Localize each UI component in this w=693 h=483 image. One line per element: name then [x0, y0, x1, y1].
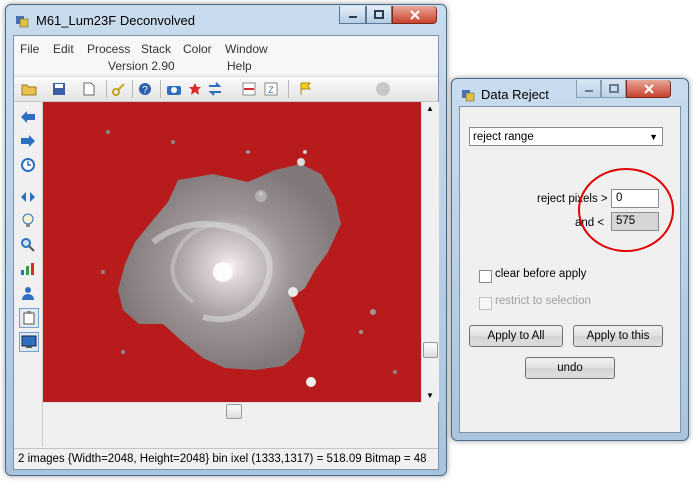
svg-text:?: ? [142, 85, 148, 96]
close-button[interactable] [626, 80, 671, 98]
toolbar-separator [160, 80, 161, 98]
main-titlebar[interactable]: M61_Lum23F Deconvolved [6, 5, 446, 35]
menu-help[interactable]: Help [227, 59, 252, 73]
main-window: M61_Lum23F Deconvolved File Edit Process… [5, 4, 447, 476]
monitor-icon[interactable] [19, 332, 39, 352]
menubar: File Edit Process Stack Color Window Ver… [14, 36, 438, 74]
scroll-down-icon[interactable]: ▼ [426, 391, 434, 400]
save-icon[interactable] [50, 80, 68, 98]
menu-version[interactable]: Version 2.90 [108, 59, 175, 73]
maximize-icon [374, 9, 384, 19]
svg-text:Z: Z [268, 85, 274, 95]
gray-circle-icon[interactable] [374, 80, 392, 98]
arrow-right-icon[interactable] [19, 132, 37, 150]
main-window-title: M61_Lum23F Deconvolved [36, 13, 195, 28]
open-folder-icon[interactable] [20, 80, 38, 98]
status-bar: 2 images {Width=2048, Height=2048} bin i… [14, 448, 438, 469]
toolbar: ? Z [14, 76, 438, 102]
chevron-down-icon: ▼ [649, 132, 658, 142]
person-icon[interactable] [19, 284, 37, 302]
arrow-left-icon[interactable] [19, 108, 37, 126]
horizontal-scrollbar[interactable] [43, 402, 421, 420]
magnifier-icon[interactable] [19, 236, 37, 254]
app-icon [461, 88, 475, 102]
menu-process[interactable]: Process [87, 42, 130, 56]
maximize-icon [608, 83, 619, 93]
help-icon[interactable]: ? [136, 80, 154, 98]
scroll-up-icon[interactable]: ▲ [426, 104, 434, 113]
horizontal-scroll-thumb[interactable] [226, 404, 242, 419]
flag-icon[interactable] [297, 80, 315, 98]
clear-before-apply-checkbox[interactable] [479, 270, 492, 283]
star-icon[interactable] [186, 80, 204, 98]
image-canvas[interactable] [43, 102, 421, 402]
key-icon[interactable] [110, 80, 128, 98]
blink-icon[interactable] [19, 188, 37, 206]
menu-edit[interactable]: Edit [53, 42, 74, 56]
maximize-button[interactable] [366, 6, 392, 24]
main-client-area: File Edit Process Stack Color Window Ver… [13, 35, 439, 470]
clear-before-apply-label[interactable]: clear before apply [495, 268, 586, 280]
toolbar-separator [132, 80, 133, 98]
clock-icon[interactable] [19, 156, 37, 174]
restrict-to-selection-checkbox [479, 297, 492, 310]
line-tool-icon[interactable] [240, 80, 258, 98]
restrict-to-selection-label: restrict to selection [495, 295, 591, 307]
reject-mode-value: reject range [473, 131, 534, 143]
minimize-icon [348, 15, 357, 18]
menu-file[interactable]: File [20, 42, 39, 56]
close-button[interactable] [392, 6, 437, 24]
reject-mode-select[interactable]: reject range ▼ [469, 127, 663, 146]
stretch-icon[interactable]: Z [262, 80, 280, 98]
vertical-scrollbar[interactable]: ▲ ▼ [421, 102, 439, 402]
dialog-title: Data Reject [481, 87, 549, 102]
menu-stack[interactable]: Stack [141, 42, 171, 56]
app-icon [15, 14, 29, 28]
menu-window[interactable]: Window [225, 42, 268, 56]
apply-to-this-button[interactable]: Apply to this [573, 325, 663, 347]
toolbar-separator [106, 80, 107, 98]
galaxy-image [101, 130, 397, 387]
toolbar-separator [288, 80, 289, 98]
minimize-button [576, 80, 601, 98]
data-reject-dialog: Data Reject reject range ▼ reject pixels… [451, 78, 689, 441]
dialog-titlebar[interactable]: Data Reject [452, 79, 688, 109]
apply-to-all-button[interactable]: Apply to All [469, 325, 563, 347]
close-icon [409, 9, 420, 20]
camera-icon[interactable] [165, 80, 183, 98]
minimize-icon [584, 89, 593, 92]
left-toolbar [14, 102, 43, 447]
vertical-scroll-thumb[interactable] [423, 342, 438, 358]
minimize-button[interactable] [339, 6, 366, 24]
new-document-icon[interactable] [80, 80, 98, 98]
histogram-icon[interactable] [19, 260, 37, 278]
dialog-client-area: reject range ▼ reject pixels > 0 and < 5… [459, 106, 681, 433]
undo-button[interactable]: undo [525, 357, 615, 379]
maximize-button [601, 80, 626, 98]
close-icon [643, 83, 654, 94]
swap-arrows-icon[interactable] [206, 80, 224, 98]
lightbulb-icon[interactable] [19, 212, 37, 230]
clipboard-icon[interactable] [19, 308, 39, 328]
annotation-circle [578, 168, 674, 252]
menu-color[interactable]: Color [183, 42, 212, 56]
